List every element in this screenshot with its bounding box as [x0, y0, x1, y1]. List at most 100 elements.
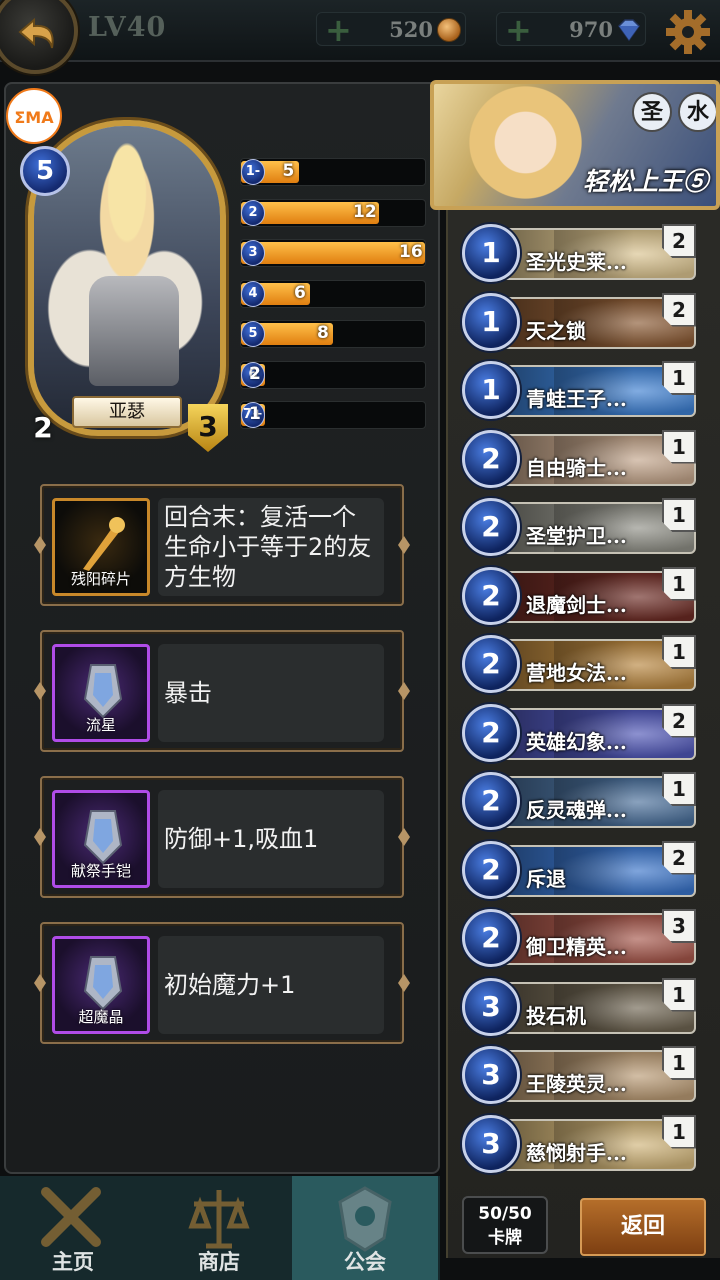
deck-card-count-value: 50/50 [478, 1204, 532, 1224]
card-cost-gem: 2 [462, 498, 520, 556]
card-cost-gem: 1 [462, 292, 520, 351]
card-name: 王陵英灵... [526, 1072, 627, 1096]
mana-curve-count: 6 [294, 282, 306, 303]
back-arrow-icon [18, 17, 54, 49]
card-cost-gem: 2 [462, 429, 520, 488]
deck-card-row[interactable]: 退魔剑士... 2 1 [462, 566, 696, 625]
equipment-icon [83, 517, 125, 571]
deck-card-row[interactable]: 自由骑士... 2 1 [462, 429, 696, 488]
gold-coin-icon [437, 18, 461, 42]
return-button[interactable]: 返回 [580, 1198, 706, 1256]
hero-banner-art [454, 84, 584, 206]
diamond-icon [618, 19, 640, 42]
gold-value: 520 [389, 17, 433, 42]
nav-label: 商店 [198, 1250, 240, 1274]
deck-card-row[interactable]: 营地女法... 2 1 [462, 635, 696, 693]
card-name: 投石机 [526, 1003, 586, 1028]
ability-card[interactable]: 残阳碎片 回合末：复活一个生命小于等于2的友方生物 [40, 484, 404, 606]
mana-curve-bar [241, 242, 425, 264]
deck-tag-water: 水 [678, 92, 716, 132]
add-gold-button[interactable]: + [325, 14, 352, 46]
ability-card[interactable]: 献祭手铠 防御+1,吸血1 [40, 776, 404, 898]
card-name: 英雄幻象... [526, 729, 627, 754]
add-gems-button[interactable]: + [505, 14, 532, 46]
hero-name: 亚瑟 [72, 396, 182, 428]
card-cost-gem: 1 [462, 361, 520, 419]
card-cost-gem: 3 [462, 977, 520, 1036]
deck-card-row[interactable]: 慈悯射手... 3 1 [462, 1114, 696, 1173]
ability-name: 超魔晶 [78, 1008, 124, 1026]
card-name: 营地女法... [526, 661, 627, 685]
deck-banner[interactable]: 圣 水 轻松上王⑤ [430, 80, 720, 210]
card-name: 圣光史莱... [526, 250, 627, 274]
settings-gear-icon[interactable] [664, 8, 712, 56]
mana-curve-count: 12 [353, 201, 377, 222]
nav-tab-guild[interactable]: 公会 [292, 1176, 438, 1280]
mana-cost-gem: 4 [241, 280, 265, 307]
deck-card-count: 50/50 卡牌 [462, 1196, 548, 1254]
card-cost-gem: 2 [462, 703, 520, 762]
gem-counter: + 970 [496, 12, 646, 46]
equipment-icon [83, 664, 123, 719]
ability-name: 献祭手铠 [70, 862, 131, 880]
mana-curve-count: 8 [317, 323, 329, 343]
ability-icon[interactable]: 流星 [52, 644, 150, 742]
mana-curve-count: 5 [282, 161, 295, 181]
ability-icon[interactable]: 超魔晶 [52, 936, 150, 1034]
ability-card[interactable]: 流星 暴击 [40, 630, 404, 752]
mana-curve-row: 1- 5 [240, 158, 426, 186]
card-name: 慈悯射手... [526, 1140, 627, 1165]
crossed-swords-icon [41, 1187, 101, 1247]
mana-cost-gem: 3 [241, 240, 265, 266]
mana-cost-gem: 1- [241, 159, 265, 185]
card-name: 退魔剑士... [526, 592, 627, 617]
ability-card[interactable]: 超魔晶 初始魔力+1 [40, 922, 404, 1044]
card-name: 青蛙王子... [526, 387, 627, 411]
nav-tab-shop[interactable]: 商店 [146, 1176, 292, 1280]
deck-card-row[interactable]: 圣堂护卫... 2 1 [462, 498, 696, 556]
card-cost-gem: 2 [462, 635, 520, 693]
deck-card-count-label: 卡牌 [488, 1228, 522, 1248]
mana-curve-count: 16 [399, 242, 423, 262]
deck-card-row[interactable]: 反灵魂弹... 2 1 [462, 772, 696, 830]
nav-tab-home[interactable]: 主页 [0, 1176, 146, 1280]
bottom-navigation: 主页 商店 公会 [0, 1176, 440, 1280]
ability-description: 初始魔力+1 [158, 936, 384, 1034]
deck-card-row[interactable]: 英雄幻象... 2 2 [462, 703, 696, 762]
card-cost-gem: 2 [462, 909, 520, 967]
deck-card-row[interactable]: 王陵英灵... 3 1 [462, 1046, 696, 1104]
scales-icon [188, 1190, 250, 1249]
equipment-icon [83, 956, 123, 1011]
card-cost-gem: 2 [462, 840, 520, 899]
ability-name: 残阳碎片 [70, 570, 131, 588]
hero-cost-gem: 5 [20, 146, 70, 196]
deck-card-row[interactable]: 御卫精英... 2 3 [462, 909, 696, 967]
top-bar: LV40 + 520 + 970 [0, 0, 720, 74]
gem-value: 970 [569, 17, 613, 42]
mana-curve-row: 7+ 1 [240, 401, 426, 429]
card-name: 御卫精英... [526, 935, 627, 959]
card-cost-gem: 3 [462, 1114, 520, 1173]
ability-description: 回合末：复活一个生命小于等于2的友方生物 [158, 498, 384, 596]
ability-icon[interactable]: 献祭手铠 [52, 790, 150, 888]
deck-name: 轻松上王⑤ [582, 167, 708, 196]
guild-crest-icon [338, 1186, 392, 1252]
mana-curve-count: 2 [249, 363, 261, 384]
mana-curve: 1- 5 2 12 3 16 4 6 5 8 6 2 7+ 1 [240, 158, 426, 442]
card-name: 圣堂护卫... [526, 524, 627, 548]
deck-card-row[interactable]: 圣光史莱... 1 2 [462, 224, 696, 282]
deck-card-row[interactable]: 斥退 2 2 [462, 840, 696, 899]
card-cost-gem: 1 [462, 224, 520, 282]
mana-cost-gem: 2 [241, 199, 265, 226]
ability-icon[interactable]: 残阳碎片 [52, 498, 150, 596]
card-name: 天之锁 [526, 318, 586, 343]
card-cost-gem: 3 [462, 1046, 520, 1104]
back-button[interactable] [0, 0, 78, 74]
deck-card-row[interactable]: 天之锁 1 2 [462, 292, 696, 351]
deck-card-row[interactable]: 青蛙王子... 1 1 [462, 361, 696, 419]
deck-card-row[interactable]: 投石机 3 1 [462, 977, 696, 1036]
ability-description: 暴击 [158, 644, 384, 742]
hero-attack: 2 [20, 404, 66, 452]
card-name: 斥退 [526, 866, 566, 891]
mana-curve-row: 58 [240, 320, 426, 348]
